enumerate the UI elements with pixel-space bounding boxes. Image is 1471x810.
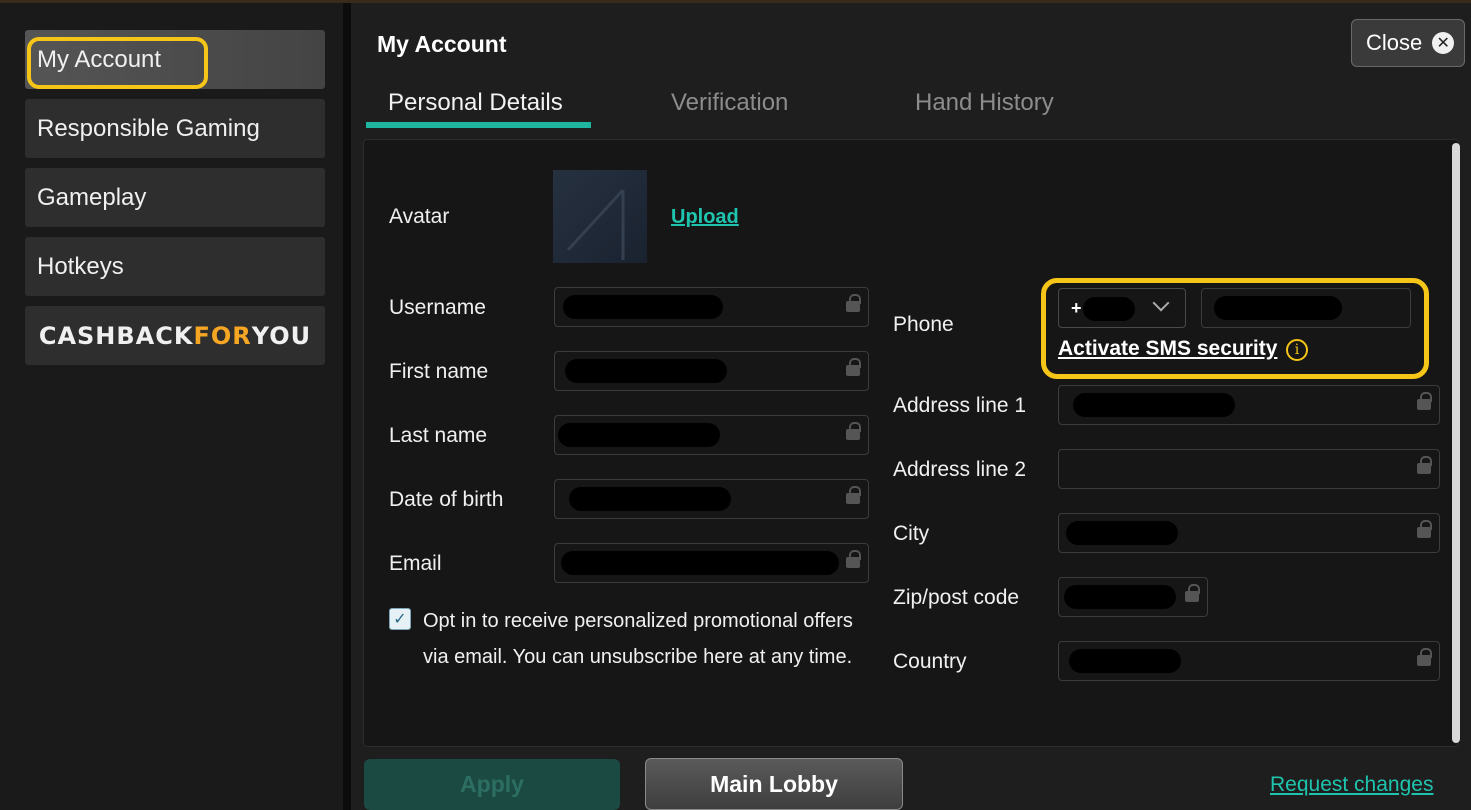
first-name-field[interactable]: [554, 351, 869, 391]
request-changes-link[interactable]: Request changes: [1270, 773, 1433, 797]
page-title: My Account: [377, 31, 507, 57]
address1-label: Address line 1: [893, 394, 1027, 417]
tab-verification[interactable]: Verification: [671, 89, 788, 117]
redacted-value: [1069, 649, 1181, 673]
avatar-placeholder-icon: [566, 188, 625, 260]
first-name-label: First name: [389, 360, 489, 383]
lock-icon: [1417, 456, 1432, 476]
email-field[interactable]: [554, 543, 869, 583]
apply-button[interactable]: Apply: [364, 759, 620, 810]
activate-sms-security-link[interactable]: Activate SMS security: [1058, 337, 1277, 361]
upload-avatar-link[interactable]: Upload: [671, 206, 739, 229]
redacted-value: [563, 295, 723, 319]
lock-icon: [846, 294, 861, 314]
phone-label: Phone: [893, 313, 954, 336]
optin-checkbox[interactable]: ✓: [389, 608, 411, 630]
avatar: [553, 170, 647, 263]
redacted-value: [558, 423, 720, 447]
close-label: Close: [1366, 30, 1423, 55]
sidebar-item-gameplay[interactable]: Gameplay: [25, 168, 325, 227]
cashback-for-you-banner[interactable]: CASHBACK FOR YOU: [25, 306, 325, 365]
cashback-text: CASHBACK: [38, 321, 194, 350]
cashback-you-text: YOU: [251, 321, 312, 350]
zip-label: Zip/post code: [893, 586, 1020, 609]
redacted-value: [1214, 296, 1342, 320]
dob-field[interactable]: [554, 479, 869, 519]
active-tab-indicator: [366, 122, 591, 128]
info-icon[interactable]: i: [1286, 339, 1308, 361]
lock-icon: [1417, 520, 1432, 540]
country-field[interactable]: [1058, 641, 1440, 681]
close-icon: ✕: [1432, 32, 1455, 54]
last-name-label: Last name: [389, 424, 488, 447]
lock-icon: [1185, 584, 1200, 604]
lock-icon: [846, 422, 861, 442]
redacted-value: [569, 487, 731, 511]
panel-divider: [343, 3, 351, 810]
lock-icon: [1417, 392, 1432, 412]
phone-number-field[interactable]: [1201, 288, 1411, 328]
username-field[interactable]: [554, 287, 869, 327]
sidebar-item-my-account[interactable]: My Account: [25, 30, 325, 89]
sidebar-item-label: My Account: [37, 45, 162, 73]
address2-label: Address line 2: [893, 458, 1027, 481]
lock-icon: [846, 486, 861, 506]
cashback-for-text: FOR: [193, 321, 252, 350]
redacted-value: [1066, 521, 1178, 545]
lock-icon: [846, 358, 861, 378]
country-code-prefix: +: [1071, 298, 1082, 318]
sidebar-item-label: Responsible Gaming: [37, 114, 260, 142]
optin-text: Opt in to receive personalized promotion…: [423, 610, 853, 668]
checkmark-icon: ✓: [393, 611, 407, 628]
city-field[interactable]: [1058, 513, 1440, 553]
tab-personal-details[interactable]: Personal Details: [388, 89, 563, 117]
sidebar-item-hotkeys[interactable]: Hotkeys: [25, 237, 325, 296]
sidebar-item-label: Hotkeys: [37, 252, 124, 280]
dob-label: Date of birth: [389, 488, 504, 511]
country-label: Country: [893, 650, 967, 673]
sidebar-item-responsible-gaming[interactable]: Responsible Gaming: [25, 99, 325, 158]
avatar-label: Avatar: [389, 205, 450, 228]
redacted-value: [1073, 393, 1235, 417]
chevron-down-icon: [1152, 294, 1170, 312]
close-button[interactable]: Close ✕: [1351, 19, 1465, 67]
redacted-value: [1083, 297, 1135, 321]
scrollbar[interactable]: [1452, 143, 1460, 743]
address1-field[interactable]: [1058, 385, 1440, 425]
last-name-field[interactable]: [554, 415, 869, 455]
city-label: City: [893, 522, 930, 545]
sidebar-item-label: Gameplay: [37, 183, 147, 211]
country-code-select[interactable]: +: [1058, 288, 1186, 328]
redacted-value: [561, 551, 839, 575]
address2-field[interactable]: [1058, 449, 1440, 489]
redacted-value: [1064, 585, 1176, 609]
account-panel: My Account Close ✕ Personal Details Veri…: [351, 3, 1471, 810]
main-lobby-button[interactable]: Main Lobby: [645, 758, 903, 810]
email-label: Email: [389, 552, 442, 575]
lock-icon: [1417, 648, 1432, 668]
zip-field[interactable]: [1058, 577, 1208, 617]
redacted-value: [565, 359, 727, 383]
sidebar: My Account Responsible Gaming Gameplay H…: [0, 3, 343, 810]
lock-icon: [846, 550, 861, 570]
username-label: Username: [389, 296, 486, 319]
tab-hand-history[interactable]: Hand History: [915, 89, 1054, 117]
